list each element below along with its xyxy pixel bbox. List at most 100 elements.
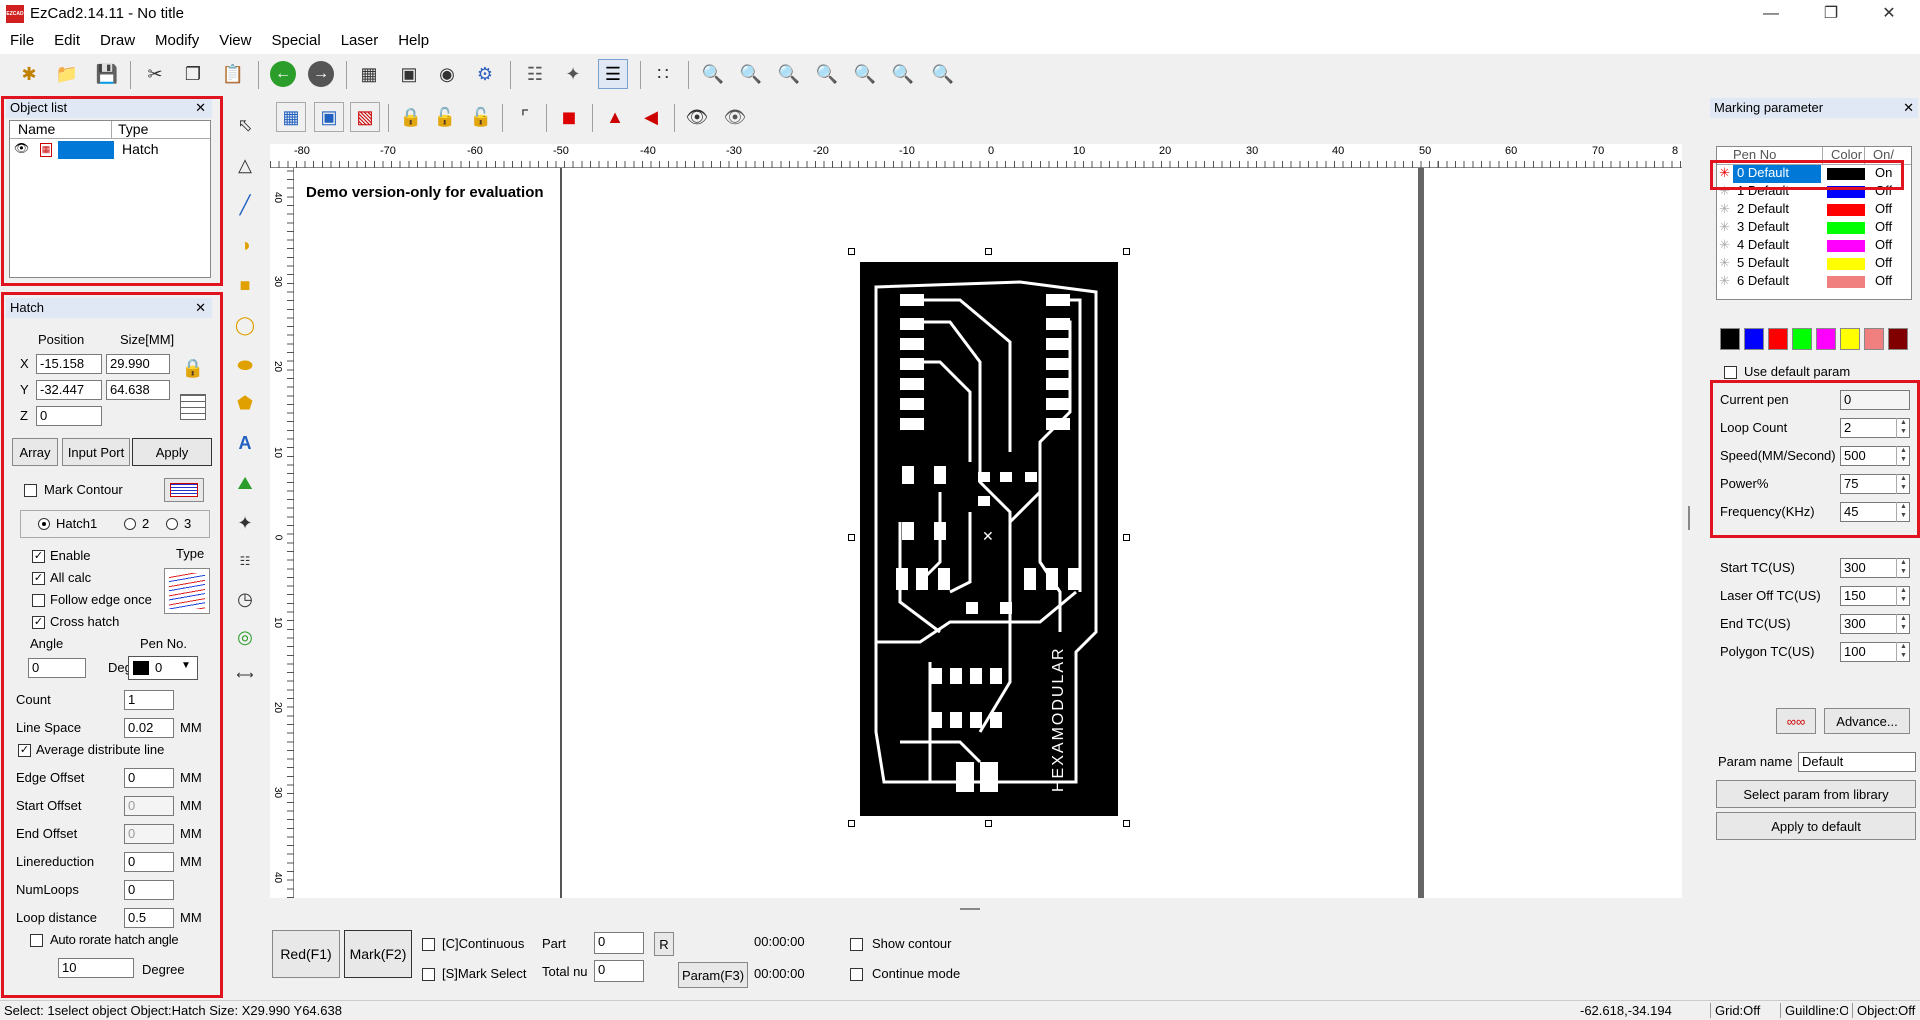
ellipse-icon[interactable]: ⬬ bbox=[230, 350, 260, 380]
show-contour-checkbox[interactable] bbox=[850, 938, 863, 951]
object-snap-status[interactable]: Object:Off bbox=[1852, 1003, 1920, 1018]
menu-laser[interactable]: Laser bbox=[331, 28, 389, 49]
node-select-icon[interactable]: ▣ bbox=[394, 59, 424, 89]
hatch-type-button[interactable] bbox=[164, 568, 210, 614]
unlock-icon[interactable]: 🔓 bbox=[430, 102, 460, 132]
minimize-icon[interactable]: — bbox=[1748, 0, 1794, 28]
ungroup-icon[interactable]: ▣ bbox=[314, 102, 344, 132]
zoom-all-icon[interactable]: 🔍 bbox=[850, 59, 880, 89]
copy-icon[interactable]: ❐ bbox=[178, 59, 208, 89]
column-header-on[interactable]: On/ bbox=[1865, 147, 1911, 165]
close-icon[interactable]: ✕ bbox=[1903, 100, 1914, 116]
pen-no-select[interactable]: 0 ▼ bbox=[128, 656, 198, 680]
end-tc-spinner[interactable]: ▲ ▼ bbox=[1896, 614, 1910, 634]
restore-icon[interactable]: ❐ bbox=[1808, 0, 1854, 28]
unlock-all-icon[interactable]: 🔓 bbox=[466, 102, 496, 132]
lock-icon[interactable]: 🔒 bbox=[396, 102, 426, 132]
eye-icon[interactable]: 👁 bbox=[14, 141, 29, 155]
delete-group-icon[interactable]: ▧ bbox=[350, 102, 380, 132]
column-header-type[interactable]: Type bbox=[112, 121, 210, 139]
menu-special[interactable]: Special bbox=[261, 28, 330, 49]
undo-icon[interactable]: ← bbox=[270, 61, 296, 87]
linereduction-field[interactable]: 0 bbox=[124, 852, 174, 872]
cross-hatch-checkbox[interactable]: ✓ bbox=[32, 616, 45, 629]
power-spinner[interactable]: ▲ ▼ bbox=[1896, 474, 1910, 494]
menu-file[interactable]: File bbox=[0, 28, 44, 49]
cut-icon[interactable]: ✂ bbox=[140, 59, 170, 89]
contour-pen-button[interactable] bbox=[164, 478, 204, 502]
list-item[interactable]: 👁 ▦ Hatch bbox=[10, 141, 210, 159]
palette-swatch[interactable] bbox=[1768, 328, 1788, 350]
start-tc-spinner[interactable]: ▲ ▼ bbox=[1896, 558, 1910, 578]
node-delete-icon[interactable]: ⚙ bbox=[470, 59, 500, 89]
z-position-field[interactable]: 0 bbox=[36, 406, 102, 426]
input-port-button[interactable]: Input Port bbox=[62, 438, 130, 466]
polygon-icon[interactable]: ⬟ bbox=[230, 388, 260, 418]
x-size-field[interactable]: 29.990 bbox=[106, 354, 170, 374]
param-button[interactable]: Param(F3) bbox=[678, 962, 748, 988]
zoom-fit-icon[interactable]: 🔍 bbox=[888, 59, 918, 89]
node-add-icon[interactable]: ◉ bbox=[432, 59, 462, 89]
all-calc-checkbox[interactable]: ✓ bbox=[32, 572, 45, 585]
delay-icon[interactable]: ⟷ bbox=[230, 660, 260, 690]
menu-modify[interactable]: Modify bbox=[145, 28, 209, 49]
mark-select-checkbox[interactable] bbox=[422, 968, 435, 981]
anchor-icon[interactable]: ⌜ bbox=[510, 102, 540, 132]
table-row[interactable]: ✳ 1 Default Off bbox=[1717, 183, 1913, 201]
hatch2-radio[interactable] bbox=[124, 518, 136, 530]
node-edit-icon[interactable]: ▦ bbox=[354, 59, 384, 89]
vector-file-icon[interactable]: ✦ bbox=[230, 508, 260, 538]
menu-help[interactable]: Help bbox=[388, 28, 439, 49]
end-offset-field[interactable]: 0 bbox=[124, 824, 174, 844]
palette-swatch[interactable] bbox=[1864, 328, 1884, 350]
new-file-icon[interactable]: ✱ bbox=[14, 59, 44, 89]
zoom-in-icon[interactable]: 🔍 bbox=[774, 59, 804, 89]
rotate-degree-field[interactable]: 10 bbox=[58, 958, 134, 978]
hatch-tool-icon[interactable]: ☷ bbox=[520, 59, 550, 89]
table-row[interactable]: ✳ 0 Default On bbox=[1717, 165, 1913, 183]
current-pen-field[interactable]: 0 bbox=[1840, 390, 1910, 410]
palette-swatch[interactable] bbox=[1888, 328, 1908, 350]
speed-spinner[interactable]: ▲ ▼ bbox=[1896, 446, 1910, 466]
column-header-pen-no[interactable]: Pen No bbox=[1717, 147, 1823, 165]
palette-swatch[interactable] bbox=[1720, 328, 1740, 350]
column-header-color[interactable]: Color bbox=[1823, 147, 1865, 165]
use-default-checkbox[interactable] bbox=[1724, 366, 1737, 379]
continuous-checkbox[interactable] bbox=[422, 938, 435, 951]
mark-contour-checkbox[interactable] bbox=[24, 484, 37, 497]
laser-off-tc-spinner[interactable]: ▲ ▼ bbox=[1896, 586, 1910, 606]
preview-eye-icon[interactable]: 👁 bbox=[682, 102, 712, 132]
save-icon[interactable]: 💾 bbox=[92, 59, 122, 89]
resize-handle[interactable] bbox=[985, 820, 992, 827]
table-row[interactable]: ✳ 4 Default Off bbox=[1717, 237, 1913, 255]
hatch1-radio[interactable] bbox=[38, 518, 50, 530]
frequency-spinner[interactable]: ▲ ▼ bbox=[1896, 502, 1910, 522]
red-button[interactable]: Red(F1) bbox=[272, 930, 340, 978]
hatch3-radio[interactable] bbox=[166, 518, 178, 530]
palette-swatch[interactable] bbox=[1840, 328, 1860, 350]
average-distribute-checkbox[interactable]: ✓ bbox=[18, 744, 31, 757]
curve-icon[interactable]: ◑ bbox=[230, 230, 260, 260]
grid-dots-icon[interactable]: ∷ bbox=[648, 59, 678, 89]
paste-icon[interactable]: 📋 bbox=[218, 59, 248, 89]
enable-checkbox[interactable]: ✓ bbox=[32, 550, 45, 563]
chain-icon[interactable]: ∞∞ bbox=[1776, 708, 1816, 734]
color-layers-icon[interactable]: ◼ bbox=[554, 102, 584, 132]
count-field[interactable]: 1 bbox=[124, 690, 174, 710]
mirror-vertical-icon[interactable]: ◀ bbox=[636, 102, 666, 132]
y-size-field[interactable]: 64.638 bbox=[106, 380, 170, 400]
select-param-library-button[interactable]: Select param from library bbox=[1716, 780, 1916, 808]
palette-swatch[interactable] bbox=[1792, 328, 1812, 350]
resize-handle[interactable] bbox=[1123, 820, 1130, 827]
edge-offset-field[interactable]: 0 bbox=[124, 768, 174, 788]
reset-part-button[interactable]: R bbox=[654, 932, 674, 956]
close-icon[interactable]: ✕ bbox=[195, 100, 206, 116]
line-icon[interactable]: ╱ bbox=[230, 190, 260, 220]
numloops-field[interactable]: 0 bbox=[124, 880, 174, 900]
column-header-name[interactable]: Name bbox=[10, 121, 112, 139]
grid-position-icon[interactable] bbox=[180, 394, 206, 420]
table-row[interactable]: ✳ 5 Default Off bbox=[1717, 255, 1913, 273]
mirror-horizontal-icon[interactable]: ▲ bbox=[600, 102, 630, 132]
resize-handle[interactable] bbox=[848, 534, 855, 541]
close-icon[interactable]: ✕ bbox=[1866, 0, 1912, 28]
